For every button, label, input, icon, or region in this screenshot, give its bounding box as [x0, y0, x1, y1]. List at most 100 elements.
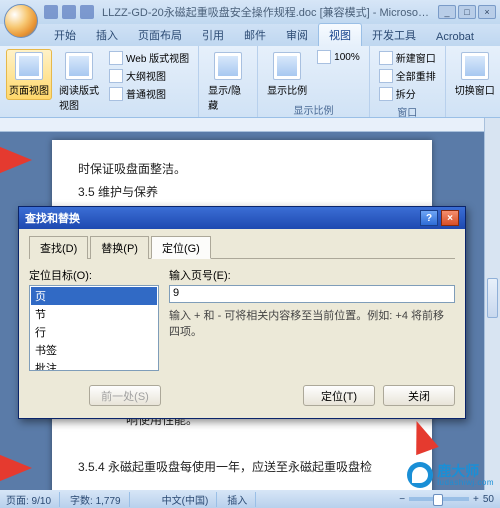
zoom-button[interactable]: 显示比例 [264, 49, 310, 100]
tab-developer[interactable]: 开发工具 [362, 24, 426, 46]
goto-hint: 输入 + 和 - 可将相关内容移至当前位置。例如: +4 将前移四项。 [169, 307, 455, 339]
zoom-in-button[interactable]: + [473, 494, 479, 505]
zoom-control: − + 50 [399, 494, 494, 505]
window-title: LLZZ-GD-20永磁起重吸盘安全操作规程.doc [兼容模式] - Micr… [94, 4, 438, 20]
group-title-window: 窗口 [376, 102, 439, 119]
ribbon-group-switch: 切换窗口 [446, 46, 500, 117]
ribbon: 页面视图 阅读版式视图 Web 版式视图 大纲视图 普通视图 文档视图 显示/隐… [0, 46, 500, 118]
tab-home[interactable]: 开始 [44, 24, 86, 46]
switch-window-button[interactable]: 切换窗口 [452, 49, 498, 100]
annotation-arrow-icon [0, 454, 32, 482]
goto-button[interactable]: 定位(T) [303, 385, 375, 406]
split-button[interactable]: 拆分 [376, 85, 439, 102]
tab-replace-label: 替换(P) [101, 243, 138, 255]
doc-line: 时保证吸盘面整洁。 [78, 158, 406, 181]
zoom-100-label: 100% [334, 52, 360, 63]
tab-acrobat[interactable]: Acrobat [426, 28, 484, 46]
arrange-label: 全部重排 [396, 68, 436, 83]
dialog-tabs: 查找(D) 替换(P) 定位(G) [29, 235, 455, 259]
window-icon [379, 51, 393, 65]
switch-label: 切换窗口 [455, 82, 495, 97]
status-page[interactable]: 页面: 9/10 [6, 492, 60, 507]
list-item[interactable]: 节 [31, 305, 157, 323]
close-dialog-button[interactable]: 关闭 [383, 385, 455, 406]
status-wordcount[interactable]: 字数: 1,779 [70, 492, 130, 507]
scroll-thumb[interactable] [487, 278, 498, 318]
tab-review[interactable]: 审阅 [276, 24, 318, 46]
ribbon-group-showhide: 显示/隐藏 [199, 46, 258, 117]
zoom-slider[interactable] [409, 497, 469, 501]
reading-layout-label: 阅读版式视图 [59, 82, 99, 112]
minimize-button[interactable]: _ [438, 5, 456, 19]
watermark-logo-icon [407, 462, 433, 488]
outline-button[interactable]: 大纲视图 [106, 67, 192, 84]
goto-target-listbox[interactable]: 页 节 行 书签 批注 脚注 [29, 285, 159, 371]
arrange-all-button[interactable]: 全部重排 [376, 67, 439, 84]
arrange-icon [379, 69, 393, 83]
tab-pagelayout[interactable]: 页面布局 [128, 24, 192, 46]
dialog-title: 查找和替换 [25, 210, 80, 226]
split-icon [379, 87, 393, 101]
dialog-close-button[interactable]: × [441, 210, 459, 226]
list-item[interactable]: 页 [31, 287, 157, 305]
watermark-url: ludashiwj.com [437, 478, 494, 487]
quick-access-toolbar [44, 5, 94, 19]
group-title-showhide [205, 115, 251, 117]
list-item[interactable]: 批注 [31, 359, 157, 371]
tab-goto-label: 定位(G) [162, 243, 200, 255]
web-layout-label: Web 版式视图 [126, 50, 189, 65]
tab-replace[interactable]: 替换(P) [90, 236, 149, 259]
title-bar: LLZZ-GD-20永磁起重吸盘安全操作规程.doc [兼容模式] - Micr… [0, 0, 500, 24]
office-button[interactable] [4, 4, 38, 38]
web-layout-button[interactable]: Web 版式视图 [106, 49, 192, 66]
find-replace-dialog: 查找和替换 ? × 查找(D) 替换(P) 定位(G) 定位目标(O): 页 节… [18, 206, 466, 419]
tab-mailings[interactable]: 邮件 [234, 24, 276, 46]
reading-layout-button[interactable]: 阅读版式视图 [56, 49, 102, 115]
ribbon-tabs: 开始 插入 页面布局 引用 邮件 审阅 视图 开发工具 Acrobat [0, 24, 500, 46]
tab-insert[interactable]: 插入 [86, 24, 128, 46]
tab-view[interactable]: 视图 [318, 23, 362, 46]
print-layout-label: 页面视图 [9, 82, 49, 97]
outline-label: 大纲视图 [126, 68, 166, 83]
tab-references[interactable]: 引用 [192, 24, 234, 46]
list-item[interactable]: 书签 [31, 341, 157, 359]
tab-goto[interactable]: 定位(G) [151, 236, 211, 259]
draft-icon [109, 87, 123, 101]
zoom-100-button[interactable]: 100% [314, 49, 363, 65]
zoom-label: 显示比例 [267, 82, 307, 97]
dialog-titlebar[interactable]: 查找和替换 ? × [19, 207, 465, 229]
magnifier-icon [273, 52, 301, 80]
split-label: 拆分 [396, 86, 416, 101]
new-window-button[interactable]: 新建窗口 [376, 49, 439, 66]
doc-line: 3.5 维护与保养 [78, 181, 406, 204]
checklist-icon [214, 52, 242, 80]
horizontal-ruler[interactable] [0, 118, 484, 132]
close-button[interactable]: × [478, 5, 496, 19]
new-window-label: 新建窗口 [396, 50, 436, 65]
qat-redo-icon[interactable] [80, 5, 94, 19]
target-label: 定位目标(O): [29, 267, 159, 283]
ribbon-group-views: 页面视图 阅读版式视图 Web 版式视图 大纲视图 普通视图 文档视图 [0, 46, 199, 117]
list-item[interactable]: 行 [31, 323, 157, 341]
group-title-zoom: 显示比例 [264, 100, 363, 117]
qat-undo-icon[interactable] [62, 5, 76, 19]
group-title-switch [452, 112, 498, 114]
maximize-button[interactable]: □ [458, 5, 476, 19]
tab-find[interactable]: 查找(D) [29, 236, 88, 259]
vertical-scrollbar[interactable] [484, 118, 500, 490]
draft-button[interactable]: 普通视图 [106, 85, 192, 102]
page-number-input[interactable]: 9 [169, 285, 455, 303]
100-icon [317, 50, 331, 64]
qat-save-icon[interactable] [44, 5, 58, 19]
status-bar: 页面: 9/10 字数: 1,779 中文(中国) 插入 − + 50 [0, 490, 500, 508]
showhide-button[interactable]: 显示/隐藏 [205, 49, 251, 115]
print-layout-button[interactable]: 页面视图 [6, 49, 52, 100]
zoom-level[interactable]: 50 [483, 494, 494, 505]
status-language[interactable]: 中文(中国) [162, 492, 218, 507]
status-insert-mode[interactable]: 插入 [227, 492, 256, 507]
previous-button: 前一处(S) [89, 385, 161, 406]
showhide-label: 显示/隐藏 [208, 82, 248, 112]
tab-find-label: 查找(D) [40, 243, 77, 255]
dialog-help-button[interactable]: ? [420, 210, 438, 226]
zoom-out-button[interactable]: − [399, 494, 405, 505]
